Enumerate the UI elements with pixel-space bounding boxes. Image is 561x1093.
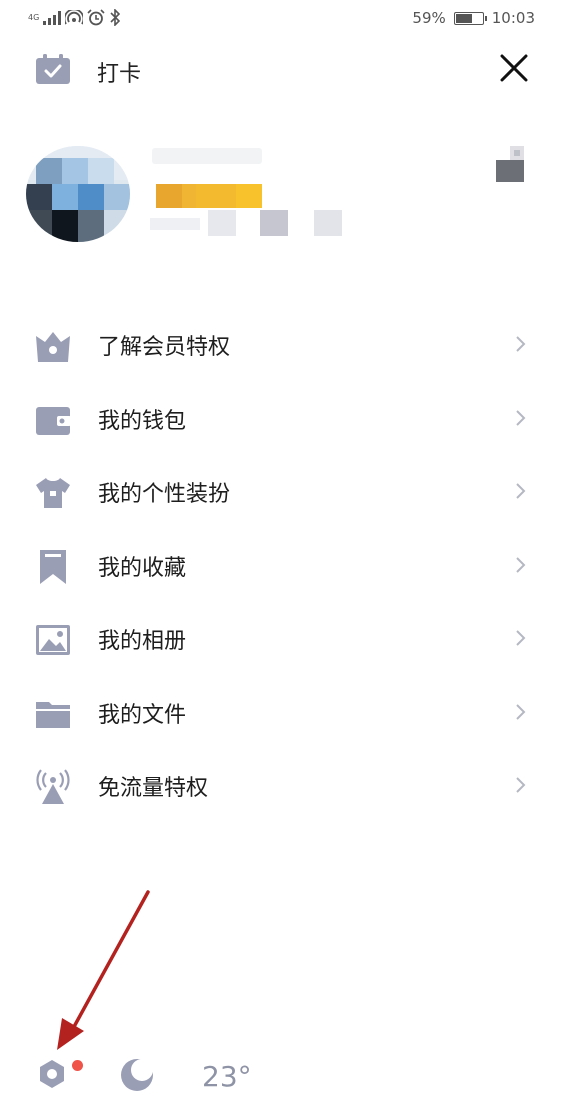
chevron-right-icon (516, 556, 526, 573)
status-bar: 4G 59% 10:03 (0, 0, 561, 40)
menu-list: 了解会员特权 我的钱包 我的个性装扮 我的收藏 我的相册 我的文件 免流量特权 (0, 308, 561, 823)
folder-icon (36, 701, 70, 728)
menu-label: 我的收藏 (98, 555, 187, 581)
antenna-icon (36, 769, 70, 804)
settings-icon[interactable] (36, 1058, 68, 1090)
menu-label: 我的相册 (98, 629, 187, 654)
hotspot-icon (65, 9, 84, 24)
battery-icon (453, 11, 487, 25)
menu-label: 我的个性装扮 (98, 482, 231, 507)
menu-label: 我的钱包 (98, 408, 187, 434)
chevron-right-icon (516, 483, 526, 499)
menu-item-album[interactable]: 我的相册 (0, 602, 561, 676)
tshirt-icon (36, 478, 70, 508)
night-mode-icon[interactable] (120, 1058, 154, 1092)
username-blurred (152, 148, 262, 164)
profile-subinfo-blurred (150, 210, 342, 236)
close-icon[interactable] (496, 50, 532, 86)
wallet-icon (36, 406, 71, 435)
battery-fill (455, 13, 473, 23)
menu-item-files[interactable]: 我的文件 (0, 676, 561, 750)
temperature[interactable]: 23° (202, 1060, 252, 1093)
calendar-check-icon[interactable] (35, 53, 71, 85)
network-type: 4G (28, 12, 40, 22)
menu-item-vip[interactable]: 了解会员特权 (0, 308, 561, 382)
notification-badge (72, 1060, 83, 1071)
crown-icon (36, 332, 70, 362)
alarm-icon (87, 9, 105, 26)
chevron-right-icon (516, 703, 526, 720)
menu-item-free-data[interactable]: 免流量特权 (0, 749, 561, 823)
photo-icon (36, 625, 70, 655)
chevron-right-icon (516, 336, 526, 352)
chevron-right-icon (516, 630, 526, 646)
status-right: 59% 10:03 (412, 9, 535, 27)
avatar[interactable] (26, 146, 130, 242)
menu-label: 免流量特权 (98, 776, 209, 801)
battery-percent: 59% (412, 9, 446, 27)
menu-label: 我的文件 (98, 702, 187, 728)
checkin-label[interactable]: 打卡 (97, 56, 141, 88)
chevron-right-icon (516, 409, 526, 426)
menu-item-wallet[interactable]: 我的钱包 (0, 382, 561, 456)
menu-item-theme[interactable]: 我的个性装扮 (0, 455, 561, 529)
bluetooth-icon (110, 9, 121, 26)
bookmark-icon (40, 549, 66, 584)
chevron-right-icon (516, 777, 526, 793)
menu-item-favorites[interactable]: 我的收藏 (0, 529, 561, 603)
status-left: 4G (28, 9, 121, 26)
clock: 10:03 (491, 9, 535, 27)
signal-icon (43, 10, 62, 25)
menu-label: 了解会员特权 (98, 335, 231, 360)
annotation-arrow (57, 890, 150, 1050)
qr-code-icon[interactable] (496, 146, 526, 182)
vip-level-bar[interactable] (156, 184, 262, 208)
